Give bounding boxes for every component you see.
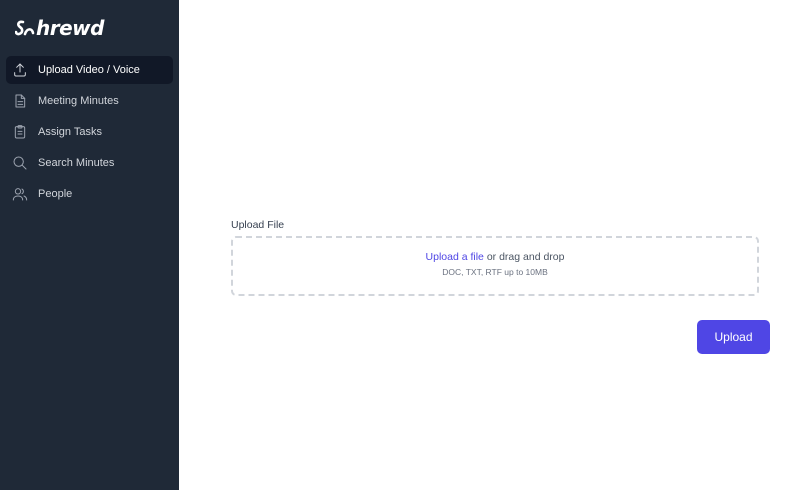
document-icon [12, 93, 28, 109]
sidebar-item-label: Search Minutes [38, 157, 115, 169]
drag-drop-text: or drag and drop [486, 251, 565, 263]
file-dropzone[interactable]: Upload a file or drag and drop DOC, TXT,… [231, 236, 759, 296]
sidebar-item-label: Meeting Minutes [38, 95, 119, 107]
file-type-hint: DOC, TXT, RTF up to 10MB [442, 267, 548, 277]
sidebar: hrewd Upload Video / Voice Meeting Minut… [0, 0, 179, 490]
sidebar-item-assign-tasks[interactable]: Assign Tasks [6, 118, 173, 146]
clipboard-icon [12, 124, 28, 140]
users-icon [12, 186, 28, 202]
sidebar-item-upload[interactable]: Upload Video / Voice [6, 56, 173, 84]
brand-logo[interactable]: hrewd [15, 13, 104, 43]
upload-icon [12, 62, 28, 78]
sidebar-nav: Upload Video / Voice Meeting Minutes Ass… [6, 56, 173, 211]
logo-mark-icon [15, 20, 35, 36]
sidebar-item-label: Assign Tasks [38, 126, 102, 138]
sidebar-item-meeting-minutes[interactable]: Meeting Minutes [6, 87, 173, 115]
search-icon [12, 155, 28, 171]
sidebar-item-people[interactable]: People [6, 180, 173, 208]
brand-name: hrewd [36, 16, 104, 40]
dropzone-prompt: Upload a file or drag and drop [233, 251, 757, 263]
upload-file-label: Upload File [231, 219, 285, 231]
upload-button[interactable]: Upload [697, 320, 770, 354]
sidebar-item-label: People [38, 188, 73, 200]
upload-file-link[interactable]: Upload a file [426, 251, 484, 263]
sidebar-item-label: Upload Video / Voice [38, 64, 140, 76]
sidebar-item-search-minutes[interactable]: Search Minutes [6, 149, 173, 177]
